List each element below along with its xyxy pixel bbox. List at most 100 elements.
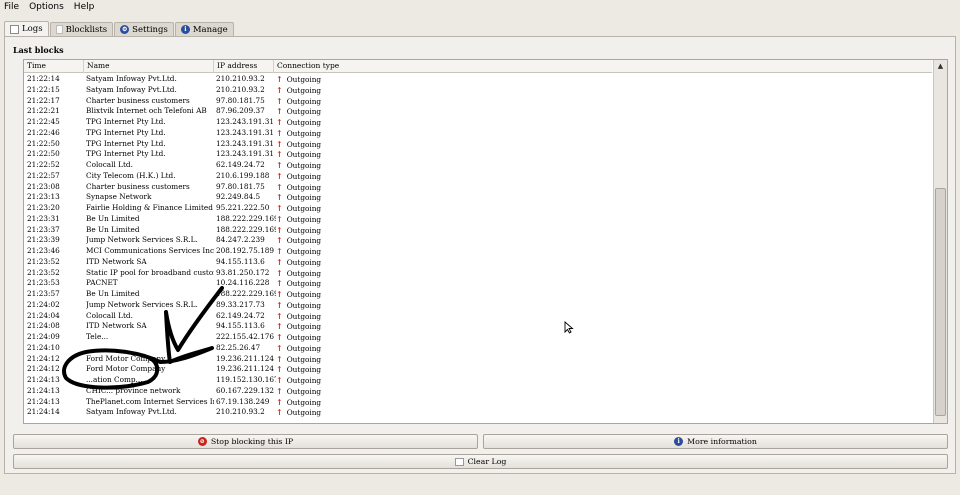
ip-cell: 97.80.181.75 (216, 95, 265, 105)
scroll-up-icon[interactable]: ▲ (934, 60, 947, 73)
outgoing-arrow-icon: ↑ (276, 160, 283, 170)
connection-type-label: Outgoing (286, 225, 322, 235)
name-cell: Ford Motor Company (86, 364, 166, 374)
menu-help[interactable]: Help (74, 2, 95, 12)
table-row[interactable]: 21:24:13 ...ation Comp... 119.152.130.167 ↑… (24, 375, 932, 386)
tab-settings[interactable]: ⚙ Settings (114, 22, 174, 36)
table-row[interactable]: 21:24:12 Ford Motor Company 19.236.211.124… (24, 364, 932, 375)
name-cell: Charter business customers (86, 95, 190, 105)
table-row[interactable]: 21:23:57 Be Un Limited 188.222.229.169 ↑ Out… (24, 289, 932, 300)
table-row[interactable]: 21:22:46 TPG Internet Pty Ltd. 123.243.191… (24, 128, 932, 139)
table-row[interactable]: 21:22:50 TPG Internet Pty Ltd. 123.243.191… (24, 139, 932, 150)
ip-cell: 93.81.250.172 (216, 267, 270, 277)
time-cell: 21:22:15 (27, 84, 60, 94)
table-row[interactable]: 21:23:46 MCI Communications Services Inc.… (24, 246, 932, 257)
name-cell: TPG Internet Pty Ltd. (86, 127, 166, 137)
name-cell: ITD Network SA (86, 321, 147, 331)
table-row[interactable]: 21:24:02 Jump Network Services S.R.L. 89.3… (24, 300, 932, 311)
tab-blocklists[interactable]: Blocklists (49, 22, 114, 36)
outgoing-arrow-icon: ↑ (276, 246, 283, 256)
ip-cell: 222.155.42.176 (216, 332, 275, 341)
table-row[interactable]: 21:22:45 TPG Internet Pty Ltd. 123.243.191… (24, 117, 932, 128)
connection-type-label: Outgoing (286, 290, 322, 299)
table-row[interactable]: 21:22:52 Colocall Ltd. 62.149.24.72 ↑ Outgoi… (24, 160, 932, 171)
table-row[interactable]: 21:24:04 Colocall Ltd. 62.149.24.72 ↑ Outgoi… (24, 311, 932, 322)
outgoing-arrow-icon: ↑ (276, 106, 283, 117)
time-cell: 21:22:14 (27, 74, 60, 83)
table-row[interactable]: 21:24:14 Satyam Infoway Pvt.Ltd. 210.210.9… (24, 407, 932, 418)
name-cell: ThePlanet.com Internet Services Inc (86, 396, 214, 406)
ip-cell: 82.25.26.47 (216, 342, 261, 352)
outgoing-arrow-icon: ↑ (276, 256, 283, 267)
table-row[interactable]: 21:22:14 Satyam Infoway Pvt.Ltd. 210.210.9… (24, 74, 932, 85)
table-row[interactable]: 21:24:10 82.25.26.47 ↑ Outgoing (24, 343, 932, 354)
tab-manage[interactable]: i Manage (174, 22, 234, 36)
time-cell: 21:23:57 (27, 289, 60, 298)
connection-type-label: Outgoing (286, 247, 322, 256)
table-row[interactable]: 21:23:53 PACNET 10.24.116.228 ↑ Outgoing (24, 278, 932, 289)
outgoing-arrow-icon: ↑ (276, 385, 283, 396)
name-cell: Tele... (86, 332, 109, 341)
menu-file[interactable]: File (4, 2, 19, 12)
time-cell: 21:23:20 (27, 203, 60, 212)
table-row[interactable]: 21:22:57 City Telecom (H.K.) Ltd. 210.6.19… (24, 171, 932, 182)
logs-panel: Last blocks Time Name IP address Connect… (4, 36, 956, 474)
info-icon: i (674, 437, 684, 446)
tab-logs[interactable]: Logs (4, 21, 49, 36)
table-row[interactable]: 21:22:15 Satyam Infoway Pvt.Ltd. 210.210.9… (24, 85, 932, 96)
vertical-scrollbar[interactable]: ▲ (933, 60, 947, 423)
ip-cell: 92.249.84.5 (216, 192, 261, 202)
table-row[interactable]: 21:22:17 Charter business customers 97.80.… (24, 96, 932, 107)
connection-type-label: Outgoing (286, 85, 322, 95)
table-row[interactable]: 21:24:13 CHIC... province network 60.167.2… (24, 386, 932, 397)
table-row[interactable]: 21:23:52 ITD Network SA 94.155.113.6 ↑ Outgo… (24, 257, 932, 268)
column-header-connection[interactable]: Connection type (274, 60, 932, 73)
column-header-time[interactable]: Time (24, 60, 84, 73)
ip-cell: 188.222.229.169 (216, 213, 276, 223)
tab-label: Manage (192, 24, 228, 35)
connection-type-label: Outgoing (286, 204, 322, 213)
ip-cell: 210.210.93.2 (216, 74, 265, 83)
ip-cell: 188.222.229.169 (216, 224, 276, 234)
stop-blocking-button[interactable]: ⊘ Stop blocking this IP (13, 434, 478, 449)
ip-cell: 123.243.191.31 (216, 117, 275, 126)
connection-type-label: Outgoing (286, 75, 322, 84)
connection-type-label: Outgoing (286, 322, 322, 332)
table-row[interactable]: 21:23:52 Static IP pool for broadband cus… (24, 268, 932, 279)
tab-label: Settings (132, 24, 168, 35)
table-row[interactable]: 21:23:39 Jump Network Services S.R.L. 84.2… (24, 235, 932, 246)
connection-type-label: Outgoing (286, 354, 322, 364)
table-row[interactable]: 21:24:12 Ford Motor Company 19.236.211.124… (24, 354, 932, 365)
name-cell: Synapse Network (86, 192, 152, 202)
menu-bar: File Options Help (0, 0, 960, 14)
table-row[interactable]: 21:23:13 Synapse Network 92.249.84.5 ↑ Outgo… (24, 192, 932, 203)
menu-options[interactable]: Options (29, 2, 64, 12)
table-row[interactable]: 21:24:13 ThePlanet.com Internet Services … (24, 397, 932, 408)
table-row[interactable]: 21:24:09 Tele... 222.155.42.176 ↑ Outgoing (24, 332, 932, 343)
table-row[interactable]: 21:23:31 Be Un Limited 188.222.229.169 ↑ Out… (24, 214, 932, 225)
settings-icon: ⚙ (120, 25, 130, 34)
time-cell: 21:23:08 (27, 181, 60, 191)
name-cell: ...ation Comp... (86, 375, 143, 384)
column-header-ip[interactable]: IP address (214, 60, 274, 73)
ip-cell: 10.24.116.228 (216, 278, 270, 288)
table-row[interactable]: 21:24:08 ITD Network SA 94.155.113.6 ↑ Outgo… (24, 321, 932, 332)
more-information-button[interactable]: i More information (483, 434, 948, 449)
column-header-name[interactable]: Name (84, 60, 214, 73)
table-row[interactable]: 21:23:37 Be Un Limited 188.222.229.169 ↑ Out… (24, 225, 932, 236)
table-row[interactable]: 21:23:08 Charter business customers 97.80.… (24, 182, 932, 193)
connection-type-label: Outgoing (286, 107, 322, 117)
time-cell: 21:24:12 (27, 353, 60, 363)
outgoing-arrow-icon: ↑ (276, 95, 283, 106)
connection-type-label: Outgoing (286, 268, 322, 278)
clear-log-button[interactable]: Clear Log (13, 454, 948, 469)
time-cell: 21:23:31 (27, 213, 60, 223)
outgoing-arrow-icon: ↑ (276, 117, 283, 127)
table-row[interactable]: 21:22:21 Blixtvik Internet och Telefoni A… (24, 106, 932, 117)
ip-cell: 87.96.209.37 (216, 106, 265, 116)
scroll-thumb[interactable] (935, 188, 946, 416)
outgoing-arrow-icon: ↑ (276, 407, 283, 418)
table-row[interactable]: 21:23:20 Fairlie Holding & Finance Limite… (24, 203, 932, 214)
name-cell: Be Un Limited (86, 224, 140, 234)
table-row[interactable]: 21:22:50 TPG Internet Pty Ltd. 123.243.191… (24, 149, 932, 160)
